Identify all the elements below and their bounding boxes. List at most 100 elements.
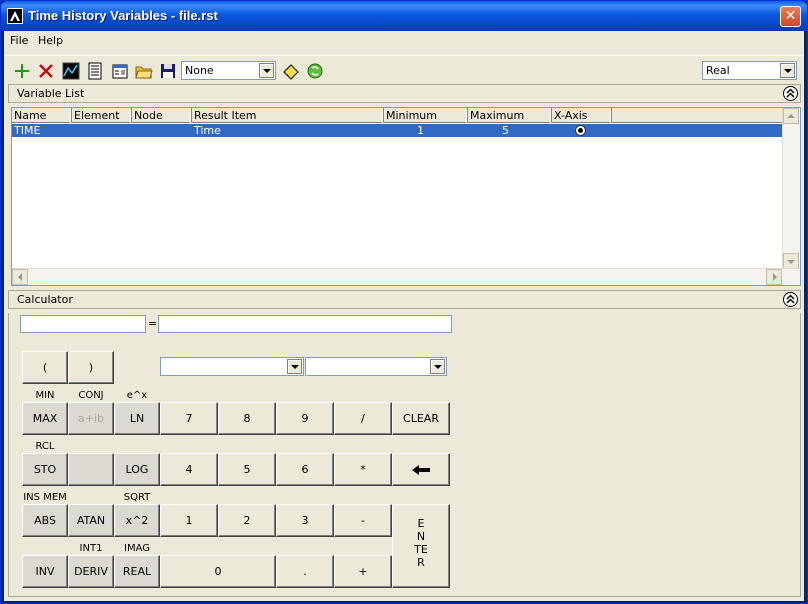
menu-bar: File Help — [4, 31, 804, 51]
backspace-button[interactable] — [392, 453, 450, 486]
double-chevron-up-icon — [786, 88, 795, 98]
save-file-button[interactable] — [157, 60, 177, 80]
scroll-up-icon[interactable] — [783, 108, 799, 124]
digit-5-button[interactable]: 5 — [218, 453, 276, 486]
digit-1-button[interactable]: 1 — [160, 504, 218, 537]
digit-4-button[interactable]: 4 — [160, 453, 218, 486]
digit-7-button[interactable]: 7 — [160, 402, 218, 435]
sto-button[interactable]: STO — [22, 453, 68, 486]
exp-label: e^x — [126, 390, 148, 401]
chevron-down-icon[interactable] — [287, 359, 302, 374]
abs-button[interactable]: ABS — [22, 504, 68, 537]
left-paren-button[interactable]: ( — [22, 351, 68, 384]
deriv-button[interactable]: DERIV — [68, 555, 114, 588]
square-button[interactable]: x^2 — [114, 504, 160, 537]
subtract-button[interactable]: - — [334, 504, 392, 537]
divide-button[interactable]: / — [334, 402, 392, 435]
list-data-button[interactable] — [84, 60, 104, 80]
inv-button[interactable]: INV — [22, 555, 68, 588]
add-variable-button[interactable] — [11, 60, 31, 80]
window: Time History Variables - file.rst ✕ File… — [0, 0, 808, 604]
graph-icon — [62, 62, 80, 80]
delete-variable-button[interactable] — [35, 60, 55, 80]
column-element[interactable]: Element — [72, 108, 132, 123]
cell-result-item: Time — [194, 124, 221, 137]
equals-label: = — [148, 317, 158, 330]
column-x-axis[interactable]: X-Axis — [552, 108, 612, 123]
table-row[interactable]: TIME Time 1 5 — [12, 124, 782, 137]
collapse-variable-list-button[interactable] — [783, 86, 798, 101]
expression-input[interactable] — [158, 315, 452, 333]
max-button[interactable]: MAX — [22, 402, 68, 435]
eraser-icon — [283, 64, 299, 80]
scroll-down-icon[interactable] — [783, 253, 799, 269]
properties-button[interactable] — [109, 60, 129, 80]
complex-button[interactable]: a+ib — [68, 402, 114, 435]
close-button[interactable]: ✕ — [780, 6, 801, 27]
digit-2-button[interactable]: 2 — [218, 504, 276, 537]
x-axis-radio[interactable] — [575, 125, 586, 136]
digit-0-button[interactable]: 0 — [160, 555, 276, 588]
scroll-left-icon[interactable] — [12, 269, 28, 285]
chevron-down-icon[interactable] — [780, 63, 795, 78]
calculator-title: Calculator — [17, 293, 73, 306]
chevron-down-icon[interactable] — [430, 359, 445, 374]
column-name[interactable]: Name — [12, 108, 72, 123]
variable-name-input[interactable] — [20, 315, 146, 333]
vertical-scrollbar[interactable] — [782, 108, 800, 269]
ansys-logo-icon — [7, 8, 23, 24]
digit-6-button[interactable]: 6 — [276, 453, 334, 486]
table-header: Name Element Node Result Item Minimum Ma… — [12, 108, 782, 123]
variable-list-title: Variable List — [17, 87, 85, 100]
client-area: File Help None Real Variable List Name E… — [4, 31, 804, 601]
variable-list-header: Variable List — [8, 84, 801, 103]
right-paren-button[interactable]: ) — [68, 351, 114, 384]
column-node[interactable]: Node — [132, 108, 192, 123]
cell-maximum: 5 — [502, 124, 509, 137]
horizontal-scrollbar[interactable] — [12, 268, 800, 285]
blank-button[interactable] — [68, 453, 114, 486]
real-button[interactable]: REAL — [114, 555, 160, 588]
log-button[interactable]: LOG — [114, 453, 160, 486]
multiply-button[interactable]: * — [334, 453, 392, 486]
graph-data-button[interactable] — [60, 60, 80, 80]
clear-calc-button[interactable]: CLEAR — [392, 402, 450, 435]
scroll-right-icon[interactable] — [766, 269, 782, 285]
window-title: Time History Variables - file.rst — [28, 8, 218, 23]
plus-icon — [15, 64, 29, 78]
menu-file[interactable]: File — [10, 34, 28, 47]
calculator-panel: = ( ) MIN CONJ e^x MAX a+ib LN 7 8 9 / C… — [8, 313, 801, 597]
chevron-down-icon[interactable] — [259, 63, 274, 78]
collapse-calculator-button[interactable] — [783, 292, 798, 307]
open-file-button[interactable] — [133, 60, 153, 80]
variable-select-2[interactable] — [305, 357, 447, 376]
refresh-button[interactable] — [304, 60, 324, 80]
column-minimum[interactable]: Minimum — [384, 108, 468, 123]
clear-button[interactable] — [280, 60, 300, 80]
enter-button[interactable]: ENTER — [392, 504, 450, 588]
toolbar: None Real — [4, 55, 804, 83]
digit-3-button[interactable]: 3 — [276, 504, 334, 537]
imag-label: IMAG — [124, 543, 150, 554]
backspace-arrow-icon — [412, 465, 430, 475]
data-type-dropdown[interactable]: Real — [702, 61, 797, 80]
title-bar: Time History Variables - file.rst ✕ — [1, 1, 807, 31]
digit-8-button[interactable]: 8 — [218, 402, 276, 435]
menu-help[interactable]: Help — [38, 34, 63, 47]
variable-select-1[interactable] — [160, 357, 304, 376]
decimal-point-button[interactable]: . — [276, 555, 334, 588]
add-button[interactable]: + — [334, 555, 392, 588]
sqrt-label: SQRT — [123, 492, 151, 503]
cell-name: TIME — [14, 124, 41, 137]
column-result-item[interactable]: Result Item — [192, 108, 384, 123]
digit-9-button[interactable]: 9 — [276, 402, 334, 435]
column-maximum[interactable]: Maximum — [468, 108, 552, 123]
close-icon: ✕ — [784, 8, 797, 24]
refresh-icon — [307, 63, 323, 79]
ln-button[interactable]: LN — [114, 402, 160, 435]
atan-button[interactable]: ATAN — [68, 504, 114, 537]
delete-x-icon — [39, 64, 53, 78]
calculator-header: Calculator — [8, 290, 801, 309]
variable-table: Name Element Node Result Item Minimum Ma… — [11, 107, 801, 286]
variable-dropdown[interactable]: None — [181, 61, 276, 80]
